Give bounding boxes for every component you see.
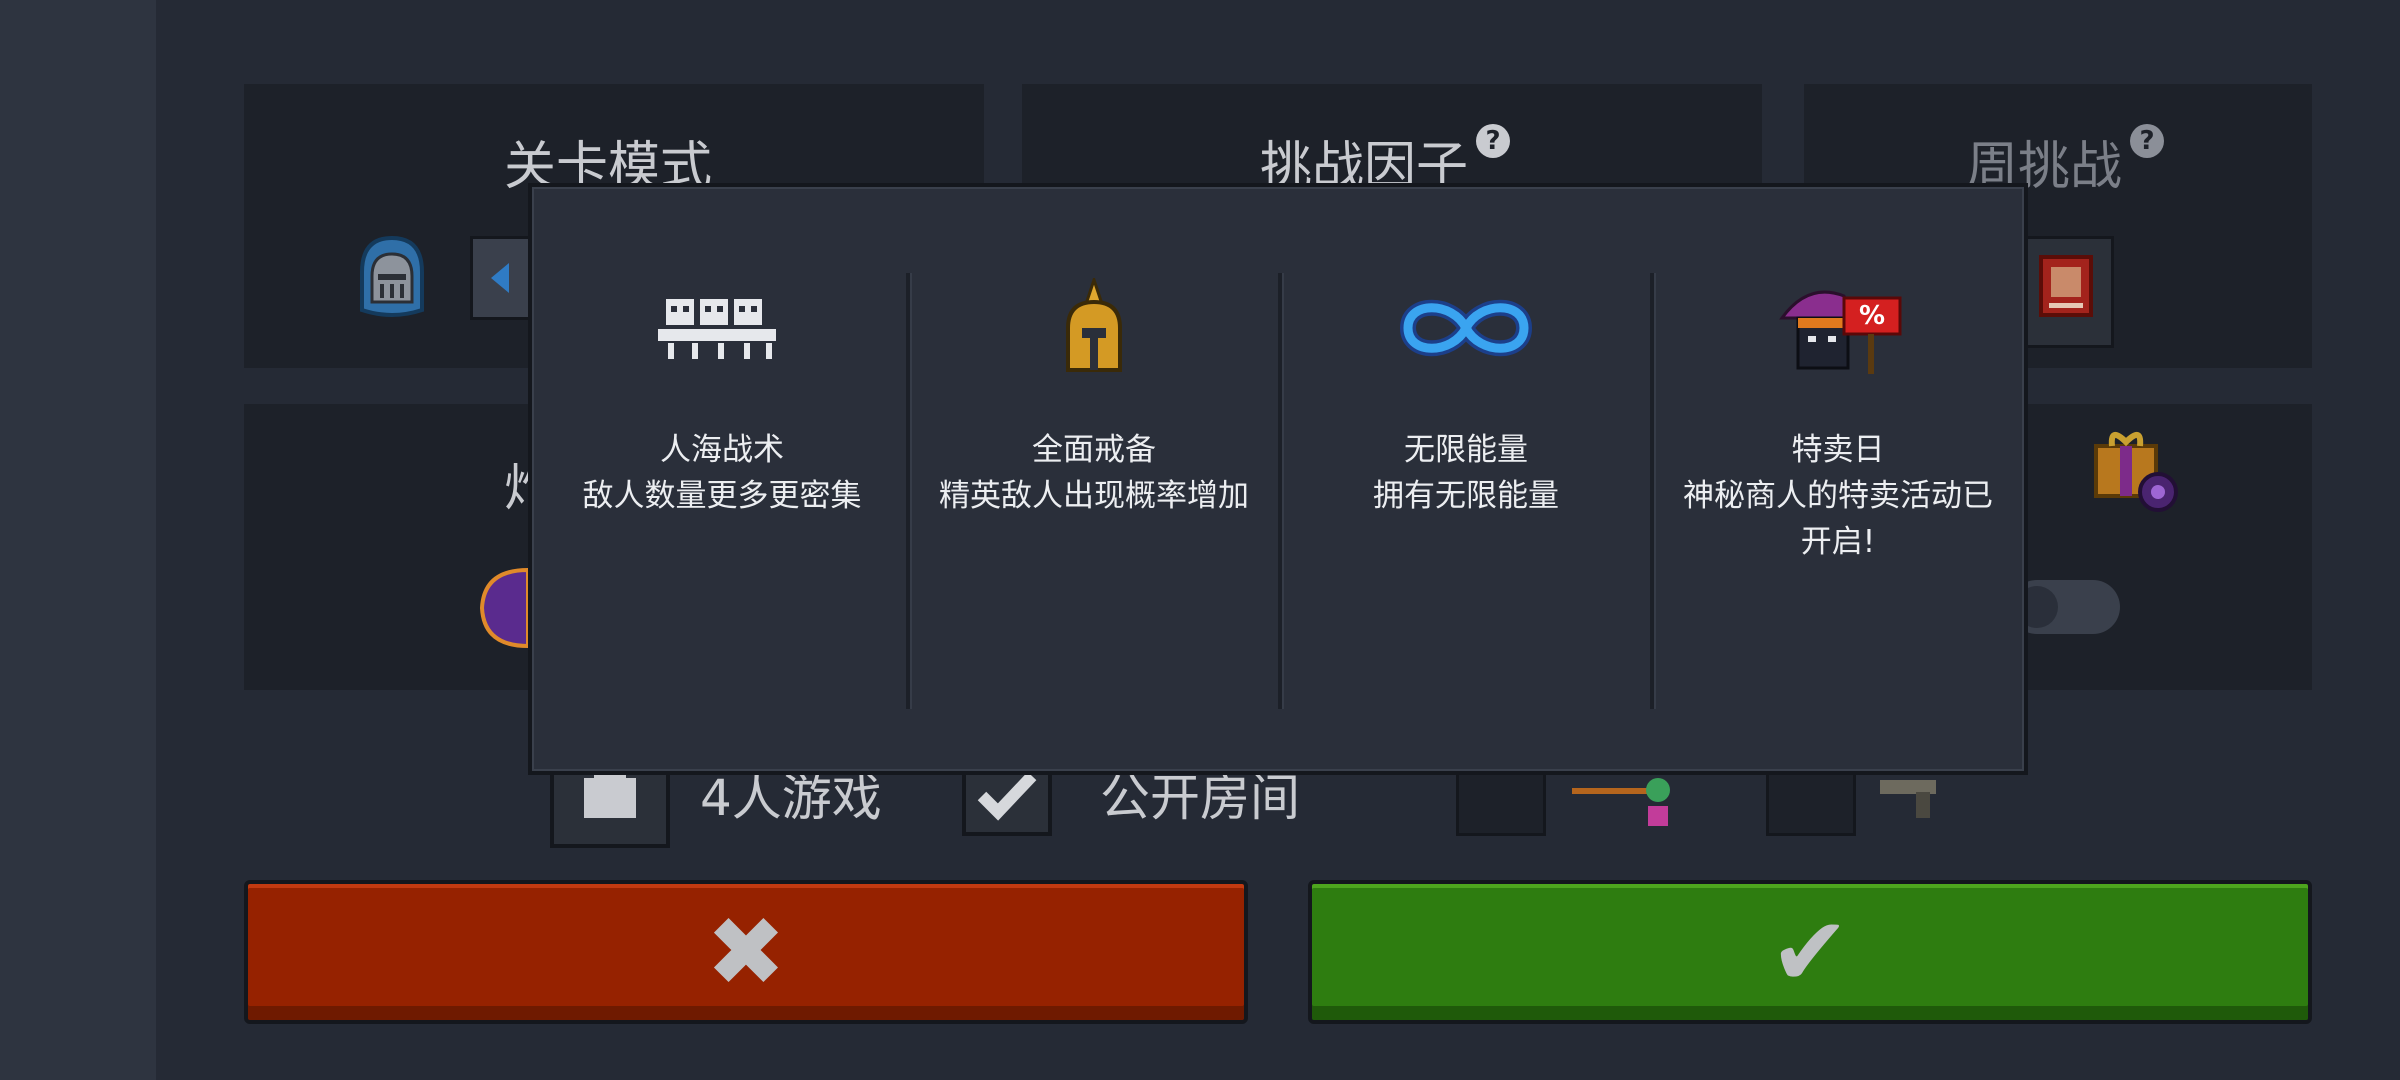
factor-desc: 拥有无限能量: [1373, 478, 1559, 514]
factor-title: 无限能量: [1404, 432, 1528, 468]
gift-icon: [2090, 416, 2182, 516]
confirm-button[interactable]: ✔: [1308, 880, 2312, 1024]
infinity-icon: [1280, 273, 1652, 383]
checkmark-icon: ✔: [1769, 896, 1851, 1008]
svg-text:%: %: [1859, 301, 1885, 331]
weekly-help-icon[interactable]: ?: [2130, 124, 2165, 158]
golden-helmet-icon: [908, 273, 1280, 383]
staff-weapon-icon: [1566, 772, 1682, 832]
merchant-sale-icon: %: [1652, 273, 2024, 383]
factor-desc: 敌人数量更多更密集: [582, 478, 862, 514]
factor-card-3[interactable]: 无限能量 拥有无限能量: [1280, 273, 1652, 693]
factor-desc: 精英敌人出现概率增加: [939, 478, 1249, 514]
factor-title: 特卖日: [1791, 432, 1885, 468]
weekly-card-icon[interactable]: [2018, 236, 2114, 348]
knight-helmet-icon: [352, 232, 432, 322]
factor-card-2[interactable]: 全面戒备 精英敌人出现概率增加: [908, 273, 1280, 693]
challenge-help-icon[interactable]: ?: [1476, 124, 1511, 158]
gun-weapon-icon: [1876, 766, 1966, 826]
skeleton-horde-icon: [536, 273, 908, 383]
factor-desc: 神秘商人的特卖活动已开启!: [1683, 478, 1993, 560]
left-edge-strip: [0, 0, 156, 1080]
level-prev-arrow[interactable]: [470, 236, 534, 320]
cancel-button[interactable]: ✖: [244, 880, 1248, 1024]
factor-title: 全面戒备: [1032, 432, 1156, 468]
factor-title: 人海战术: [660, 432, 784, 468]
close-icon: ✖: [705, 896, 787, 1008]
challenge-factors-modal: 人海战术 敌人数量更多更密集 全面戒备 精英敌人出现概率增加 无限能量 拥有无限…: [528, 183, 2028, 775]
factor-card-4[interactable]: % 特卖日 神秘商人的特卖活动已开启!: [1652, 273, 2024, 693]
purple-mask-icon: [476, 560, 536, 654]
factor-card-1[interactable]: 人海战术 敌人数量更多更密集: [536, 273, 908, 693]
